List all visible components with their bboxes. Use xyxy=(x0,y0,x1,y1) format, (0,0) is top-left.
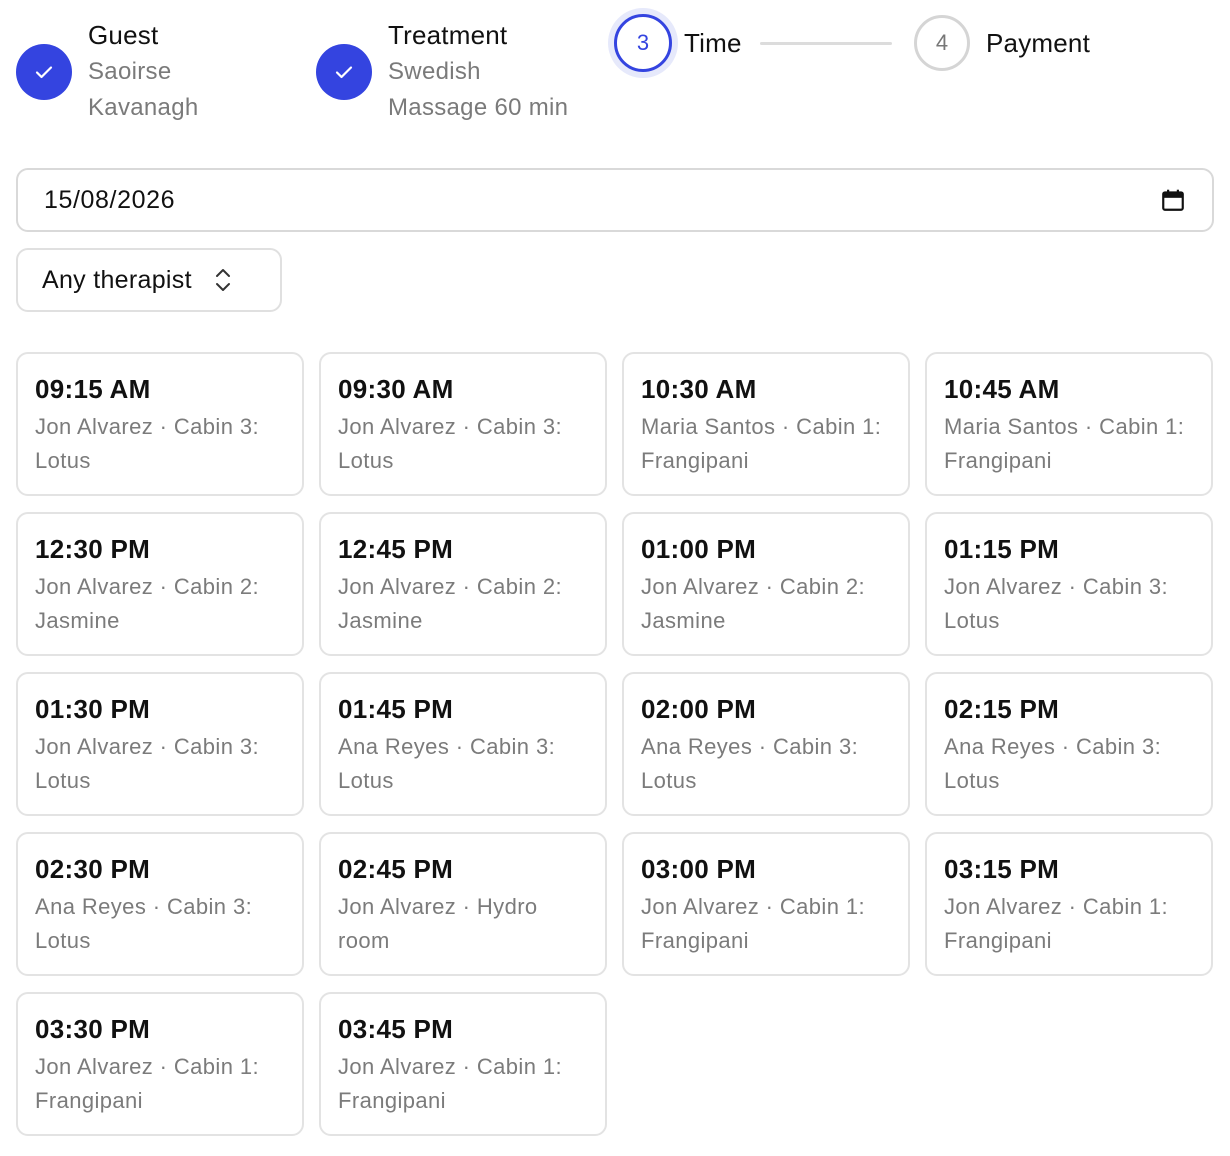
check-icon xyxy=(316,44,372,100)
step-connector xyxy=(759,41,892,45)
updown-chevron-icon xyxy=(215,269,230,291)
slot-time: 03:30 PM xyxy=(35,1014,151,1044)
slot-time: 03:15 PM xyxy=(944,854,1060,884)
slot-therapist-room: Jon Alvarez · Hydro room xyxy=(338,894,538,953)
booking-stepper: Guest Saoirse Kavanagh Treatment Swedish… xyxy=(16,14,1214,136)
slot-time: 12:45 PM xyxy=(338,534,454,564)
time-slot-card[interactable]: 02:45 PM Jon Alvarez · Hydro room xyxy=(319,832,607,976)
step-treatment[interactable]: Treatment Swedish Massage 60 min xyxy=(316,16,568,126)
slot-therapist-room: Jon Alvarez · Cabin 3: Lotus xyxy=(35,734,260,793)
slot-therapist-room: Ana Reyes · Cabin 3: Lotus xyxy=(338,734,556,793)
slot-therapist-room: Jon Alvarez · Cabin 1: Frangipani xyxy=(641,894,866,953)
time-slot-card[interactable]: 01:00 PM Jon Alvarez · Cabin 2: Jasmine xyxy=(622,512,910,656)
step-subtitle: Kavanagh xyxy=(88,94,199,121)
date-input[interactable]: 15/08/2026 xyxy=(16,168,1214,232)
step-number-current: 3 xyxy=(614,14,672,72)
slot-time: 09:15 AM xyxy=(35,374,151,404)
slot-time: 01:45 PM xyxy=(338,694,454,724)
time-slot-card[interactable]: 03:00 PM Jon Alvarez · Cabin 1: Frangipan… xyxy=(622,832,910,976)
slot-therapist-room: Ana Reyes · Cabin 3: Lotus xyxy=(35,894,253,953)
time-slot-card[interactable]: 03:30 PM Jon Alvarez · Cabin 1: Frangipan… xyxy=(16,992,304,1136)
time-slot-card[interactable]: 01:30 PM Jon Alvarez · Cabin 3: Lotus xyxy=(16,672,304,816)
slot-therapist-room: Ana Reyes · Cabin 3: Lotus xyxy=(944,734,1162,793)
slot-therapist-room: Jon Alvarez · Cabin 2: Jasmine xyxy=(641,574,866,633)
slot-therapist-room: Maria Santos · Cabin 1: Frangipani xyxy=(641,414,882,473)
slot-time: 03:45 PM xyxy=(338,1014,454,1044)
slot-therapist-room: Jon Alvarez · Cabin 3: Lotus xyxy=(944,574,1169,633)
slot-time: 10:45 AM xyxy=(944,374,1060,404)
slot-time: 09:30 AM xyxy=(338,374,454,404)
slot-therapist-room: Jon Alvarez · Cabin 3: Lotus xyxy=(35,414,260,473)
step-subtitle: Swedish xyxy=(388,58,481,85)
slot-therapist-room: Jon Alvarez · Cabin 3: Lotus xyxy=(338,414,563,473)
slot-therapist-room: Maria Santos · Cabin 1: Frangipani xyxy=(944,414,1185,473)
step-subtitle: Massage 60 min xyxy=(388,94,569,121)
check-icon xyxy=(16,44,72,100)
step-payment: 4 Payment xyxy=(914,15,1090,71)
step-title: Payment xyxy=(986,28,1091,58)
time-slot-card[interactable]: 09:15 AM Jon Alvarez · Cabin 3: Lotus xyxy=(16,352,304,496)
slot-time: 01:00 PM xyxy=(641,534,757,564)
slot-time: 02:45 PM xyxy=(338,854,454,884)
step-number-upcoming: 4 xyxy=(914,15,970,71)
slot-time: 10:30 AM xyxy=(641,374,757,404)
step-title: Treatment xyxy=(388,20,508,50)
slot-time: 02:00 PM xyxy=(641,694,757,724)
slot-time: 03:00 PM xyxy=(641,854,757,884)
slot-time: 01:30 PM xyxy=(35,694,151,724)
slot-time: 02:15 PM xyxy=(944,694,1060,724)
time-slot-grid: 09:15 AM Jon Alvarez · Cabin 3: Lotus 09:3… xyxy=(16,352,1214,1136)
slot-therapist-room: Ana Reyes · Cabin 3: Lotus xyxy=(641,734,859,793)
step-title: Time xyxy=(684,28,742,58)
step-subtitle: Saoirse xyxy=(88,58,172,85)
time-slot-card[interactable]: 02:00 PM Ana Reyes · Cabin 3: Lotus xyxy=(622,672,910,816)
time-slot-card[interactable]: 02:15 PM Ana Reyes · Cabin 3: Lotus xyxy=(925,672,1213,816)
slot-therapist-room: Jon Alvarez · Cabin 1: Frangipani xyxy=(35,1054,260,1113)
therapist-select[interactable]: Any therapist xyxy=(16,248,282,312)
slot-time: 02:30 PM xyxy=(35,854,151,884)
therapist-select-value: Any therapist xyxy=(42,265,192,294)
time-slot-card[interactable]: 01:45 PM Ana Reyes · Cabin 3: Lotus xyxy=(319,672,607,816)
step-guest[interactable]: Guest Saoirse Kavanagh xyxy=(16,16,199,126)
slot-therapist-room: Jon Alvarez · Cabin 1: Frangipani xyxy=(338,1054,563,1113)
date-value: 15/08/2026 xyxy=(44,185,176,214)
step-time: 3 Time xyxy=(614,14,910,72)
slot-time: 12:30 PM xyxy=(35,534,151,564)
time-slot-card[interactable]: 10:45 AM Maria Santos · Cabin 1: Frangipa… xyxy=(925,352,1213,496)
step-title: Guest xyxy=(88,20,159,50)
time-slot-card[interactable]: 02:30 PM Ana Reyes · Cabin 3: Lotus xyxy=(16,832,304,976)
slot-therapist-room: Jon Alvarez · Cabin 2: Jasmine xyxy=(35,574,260,633)
slot-therapist-room: Jon Alvarez · Cabin 2: Jasmine xyxy=(338,574,563,633)
calendar-icon[interactable] xyxy=(1160,187,1186,213)
time-slot-card[interactable]: 01:15 PM Jon Alvarez · Cabin 3: Lotus xyxy=(925,512,1213,656)
time-slot-card[interactable]: 10:30 AM Maria Santos · Cabin 1: Frangipa… xyxy=(622,352,910,496)
time-slot-card[interactable]: 12:30 PM Jon Alvarez · Cabin 2: Jasmine xyxy=(16,512,304,656)
time-slot-card[interactable]: 03:45 PM Jon Alvarez · Cabin 1: Frangipan… xyxy=(319,992,607,1136)
time-slot-card[interactable]: 03:15 PM Jon Alvarez · Cabin 1: Frangipan… xyxy=(925,832,1213,976)
time-slot-card[interactable]: 09:30 AM Jon Alvarez · Cabin 3: Lotus xyxy=(319,352,607,496)
slot-time: 01:15 PM xyxy=(944,534,1060,564)
time-slot-card[interactable]: 12:45 PM Jon Alvarez · Cabin 2: Jasmine xyxy=(319,512,607,656)
slot-therapist-room: Jon Alvarez · Cabin 1: Frangipani xyxy=(944,894,1169,953)
